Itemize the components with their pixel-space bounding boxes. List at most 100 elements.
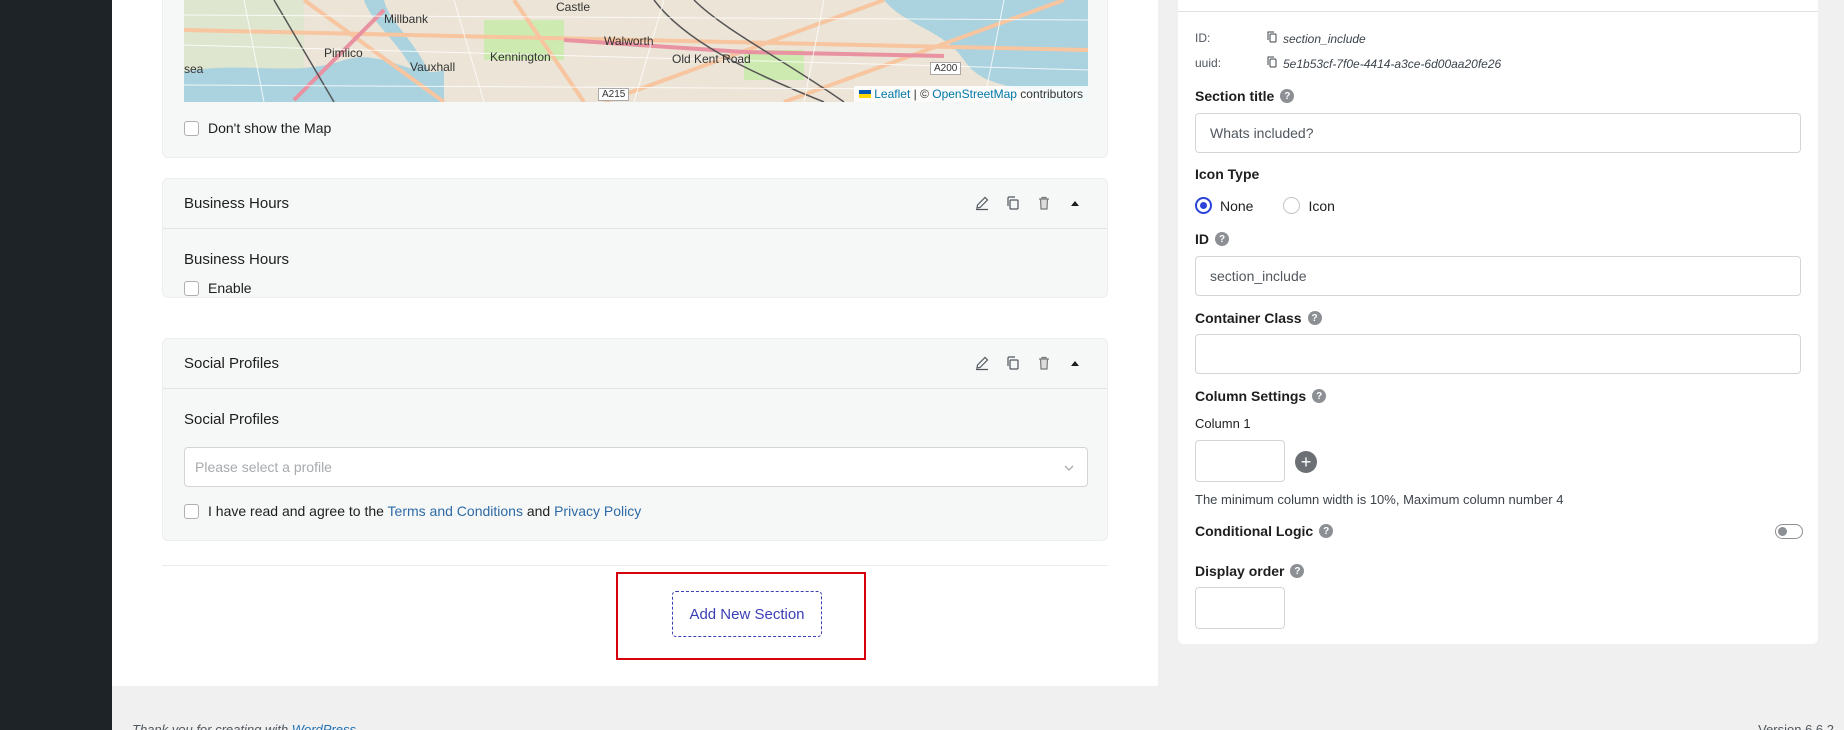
social-profiles-section: Social Profiles Social Profiles Please s…: [162, 338, 1108, 541]
column-note: The minimum column width is 10%, Maximum…: [1195, 492, 1564, 507]
collapse-icon[interactable]: [1067, 354, 1083, 372]
map-attribution: Leaflet | © OpenStreetMap contributors: [854, 86, 1088, 102]
id-meta-label: ID:: [1195, 31, 1211, 45]
highlight-box: Add New Section: [616, 572, 866, 660]
section-title: Social Profiles: [184, 355, 280, 372]
profile-select[interactable]: Please select a profile: [184, 447, 1088, 487]
map-section: Castle Millbank Pimlico Kennington Walwo…: [162, 0, 1108, 158]
field-title: Social Profiles: [184, 411, 280, 428]
label-text: Conditional Logic: [1195, 523, 1314, 539]
enable-label: Enable: [208, 280, 252, 296]
chevron-down-icon: [1063, 461, 1075, 477]
help-icon[interactable]: ?: [1319, 524, 1334, 538]
icon-type-radios: None Icon: [1195, 197, 1335, 214]
copy-icon[interactable]: [1267, 31, 1277, 46]
map-label: Walworth: [604, 34, 654, 48]
section-header[interactable]: Social Profiles: [163, 339, 1107, 389]
profile-select-placeholder: Please select a profile: [195, 459, 332, 475]
privacy-link[interactable]: Privacy Policy: [554, 503, 641, 519]
hide-map-row[interactable]: Don't show the Map: [184, 120, 331, 136]
attribution-separator: | ©: [910, 87, 933, 101]
help-icon[interactable]: ?: [1290, 564, 1305, 578]
field-title: Business Hours: [184, 251, 290, 268]
agree-text: I have read and agree to the Terms and C…: [208, 503, 641, 519]
wordpress-link[interactable]: WordPress: [292, 722, 356, 730]
help-icon[interactable]: ?: [1312, 389, 1327, 403]
section-settings-panel: ID: section_include uuid: 5e1b53cf-7f0e-…: [1178, 0, 1818, 644]
attribution-suffix: contributors: [1016, 87, 1083, 101]
container-class-label: Container Class?: [1195, 310, 1322, 326]
ukraine-flag-icon: [859, 90, 872, 98]
admin-sidebar: [0, 0, 112, 730]
label-text: Display order: [1195, 563, 1285, 579]
column-1-label: Column 1: [1195, 416, 1251, 431]
trash-icon[interactable]: [1036, 354, 1052, 372]
label-text: Container Class: [1195, 310, 1302, 326]
id-value: section_include: [1283, 31, 1366, 46]
map-label: Old Kent Road: [672, 52, 751, 66]
column-settings-label: Column Settings?: [1195, 388, 1327, 404]
terms-link[interactable]: Terms and Conditions: [388, 503, 523, 519]
enable-row[interactable]: Enable: [184, 280, 252, 296]
map-label: Kennington: [490, 50, 551, 64]
agree-row[interactable]: I have read and agree to the Terms and C…: [184, 503, 641, 519]
osm-link[interactable]: OpenStreetMap: [932, 87, 1017, 101]
admin-footer: Thank you for creating with WordPress Ve…: [112, 686, 1844, 730]
id-meta-value[interactable]: section_include: [1267, 31, 1366, 46]
footer-thanks-text: Thank you for creating with: [132, 722, 292, 730]
trash-icon[interactable]: [1036, 194, 1052, 212]
agree-and: and: [522, 503, 555, 519]
collapse-icon[interactable]: [1067, 194, 1083, 212]
uuid-value: 5e1b53cf-7f0e-4414-a3ce-6d00aa20fe26: [1283, 56, 1502, 71]
display-order-input[interactable]: [1195, 587, 1285, 629]
container-class-input[interactable]: [1195, 334, 1801, 374]
duplicate-icon[interactable]: [1005, 354, 1021, 372]
divider: [1178, 11, 1818, 12]
id-field-label: ID?: [1195, 231, 1229, 247]
help-icon[interactable]: ?: [1215, 232, 1229, 246]
copy-icon[interactable]: [1267, 56, 1277, 71]
section-tools: [974, 354, 1083, 372]
agree-prefix: I have read and agree to the: [208, 503, 388, 519]
radio-none-label: None: [1220, 197, 1254, 214]
map-label: Vauxhall: [410, 60, 456, 74]
uuid-meta-value[interactable]: 5e1b53cf-7f0e-4414-a3ce-6d00aa20fe26: [1267, 56, 1501, 71]
radio-none[interactable]: [1195, 197, 1212, 214]
label-text: Column Settings: [1195, 388, 1307, 404]
add-column-icon[interactable]: +: [1295, 451, 1317, 473]
radio-icon-label: Icon: [1308, 197, 1335, 214]
label-text: Icon Type: [1195, 166, 1260, 182]
hide-map-label: Don't show the Map: [208, 120, 332, 136]
map-label: Castle: [556, 0, 591, 14]
map-label: Millbank: [384, 12, 429, 26]
help-icon[interactable]: ?: [1307, 311, 1322, 325]
agree-checkbox[interactable]: [184, 503, 199, 519]
duplicate-icon[interactable]: [1005, 194, 1021, 212]
label-text: Section title: [1195, 88, 1275, 104]
id-input[interactable]: section_include: [1195, 256, 1801, 296]
road-badge: A215: [598, 88, 630, 101]
edit-icon[interactable]: [974, 194, 990, 212]
enable-checkbox[interactable]: [184, 280, 199, 296]
leaflet-link[interactable]: Leaflet: [874, 87, 910, 101]
radio-icon[interactable]: [1283, 197, 1301, 214]
hide-map-checkbox[interactable]: [184, 120, 199, 136]
section-header[interactable]: Business Hours: [163, 179, 1107, 229]
label-text: ID: [1195, 231, 1209, 247]
map-view[interactable]: Castle Millbank Pimlico Kennington Walwo…: [184, 0, 1088, 102]
edit-icon[interactable]: [974, 354, 990, 372]
footer-version: Version 6.6.2: [1758, 722, 1834, 730]
section-title-input[interactable]: Whats included?: [1195, 113, 1801, 153]
map-label: sea: [184, 62, 204, 76]
icon-type-label: Icon Type: [1195, 166, 1259, 182]
business-hours-section: Business Hours Business Hours Enable: [162, 178, 1108, 298]
uuid-meta-label: uuid:: [1195, 56, 1222, 70]
conditional-logic-toggle[interactable]: [1775, 524, 1803, 539]
add-new-section-button[interactable]: Add New Section: [672, 591, 822, 637]
column-1-width-input[interactable]: [1195, 440, 1285, 482]
conditional-logic-label: Conditional Logic?: [1195, 523, 1334, 539]
section-title-label: Section title?: [1195, 88, 1295, 104]
map-label: Pimlico: [324, 46, 363, 60]
help-icon[interactable]: ?: [1280, 89, 1295, 103]
display-order-label: Display order?: [1195, 563, 1305, 579]
